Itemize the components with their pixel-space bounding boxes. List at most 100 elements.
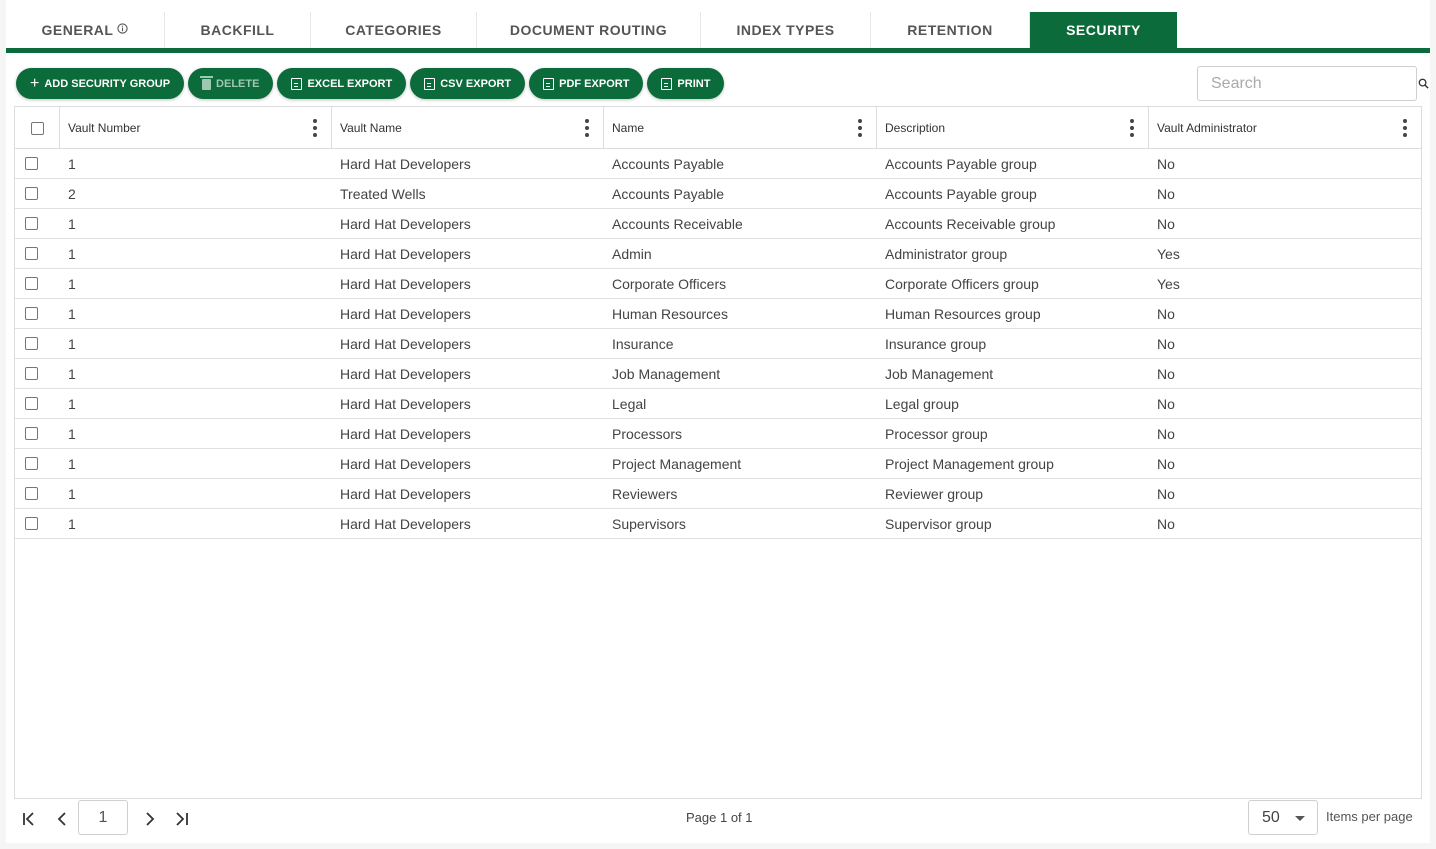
- name-cell: Supervisors: [612, 515, 686, 532]
- row-checkbox[interactable]: [25, 247, 38, 260]
- table-row[interactable]: 1 Hard Hat Developers Accounts Receivable A…: [15, 209, 1421, 239]
- vault-administrator-cell: No: [1157, 485, 1175, 502]
- grid-body: 1 Hard Hat Developers Accounts Payable Acco…: [15, 149, 1421, 539]
- table-row[interactable]: 1 Hard Hat Developers Reviewers Reviewer gr…: [15, 479, 1421, 509]
- column-header-vault-name[interactable]: Vault Name: [332, 107, 604, 149]
- row-checkbox[interactable]: [25, 187, 38, 200]
- name-cell: Job Management: [612, 365, 721, 382]
- column-header-description[interactable]: Description: [877, 107, 1149, 149]
- table-row[interactable]: 1 Hard Hat Developers Job Management Job Ma…: [15, 359, 1421, 389]
- row-select-cell: [9, 179, 54, 208]
- vault-administrator-cell: No: [1157, 425, 1175, 442]
- first-page-icon[interactable]: [18, 807, 42, 831]
- column-header-vault-administrator[interactable]: Vault Administrator: [1149, 107, 1421, 149]
- items-per-page-select[interactable]: 50: [1248, 800, 1318, 835]
- tab-index-types[interactable]: Index Types: [701, 12, 871, 48]
- tab-label: Categories: [345, 22, 442, 38]
- add-security-group-button[interactable]: + Add Security Group: [16, 68, 185, 99]
- name-cell: Accounts Payable: [612, 155, 725, 172]
- tab-general[interactable]: General: [6, 12, 165, 48]
- vault-administrator-cell: No: [1157, 455, 1175, 472]
- vault-number-cell: 1: [68, 305, 76, 322]
- row-select-cell: [9, 329, 54, 358]
- vault-name-cell: Hard Hat Developers: [340, 275, 471, 292]
- column-header-label: Name: [612, 121, 645, 135]
- vault-name-cell: Hard Hat Developers: [340, 155, 471, 172]
- row-checkbox[interactable]: [25, 427, 38, 440]
- row-select-cell: [9, 479, 54, 508]
- row-checkbox[interactable]: [25, 277, 38, 290]
- vault-administrator-cell: Yes: [1157, 245, 1180, 262]
- column-header-name[interactable]: Name: [604, 107, 877, 149]
- column-menu-icon[interactable]: [585, 119, 589, 137]
- vault-name-cell: Hard Hat Developers: [340, 455, 471, 472]
- button-label: Print: [677, 77, 711, 90]
- row-checkbox[interactable]: [25, 157, 38, 170]
- column-menu-icon[interactable]: [1130, 119, 1134, 137]
- select-all-checkbox[interactable]: [30, 121, 44, 135]
- vault-number-cell: 1: [68, 515, 76, 532]
- vault-name-cell: Hard Hat Developers: [340, 395, 471, 412]
- tab-retention[interactable]: Retention: [871, 12, 1030, 48]
- toolbar: + Add Security Group Delete Excel Export…: [16, 68, 725, 99]
- table-row[interactable]: 2 Treated Wells Accounts Payable Accounts P…: [15, 179, 1421, 209]
- chevron-down-icon: [1295, 816, 1305, 821]
- next-page-icon[interactable]: [138, 807, 162, 831]
- search-icon[interactable]: [1418, 78, 1429, 89]
- description-cell: Accounts Receivable group: [885, 215, 1056, 232]
- row-checkbox[interactable]: [25, 367, 38, 380]
- pdf-export-button[interactable]: PDF Export: [529, 68, 644, 99]
- vault-name-cell: Treated Wells: [340, 185, 426, 202]
- name-cell: Human Resources: [612, 305, 728, 322]
- last-page-icon[interactable]: [169, 807, 193, 831]
- column-menu-icon[interactable]: [858, 119, 862, 137]
- vault-number-cell: 1: [68, 245, 76, 262]
- description-cell: Job Management: [885, 365, 994, 382]
- vault-administrator-cell: No: [1157, 335, 1175, 352]
- row-checkbox[interactable]: [25, 457, 38, 470]
- tab-backfill[interactable]: Backfill: [165, 12, 311, 48]
- column-header-vault-number[interactable]: Vault Number: [60, 107, 332, 149]
- table-row[interactable]: 1 Hard Hat Developers Supervisors Superviso…: [15, 509, 1421, 539]
- table-row[interactable]: 1 Hard Hat Developers Human Resources Human…: [15, 299, 1421, 329]
- print-button[interactable]: Print: [647, 68, 725, 99]
- excel-export-button[interactable]: Excel Export: [277, 68, 407, 99]
- vault-number-cell: 1: [68, 275, 76, 292]
- description-cell: Administrator group: [885, 245, 1008, 262]
- row-checkbox[interactable]: [25, 307, 38, 320]
- table-row[interactable]: 1 Hard Hat Developers Project Management Pr…: [15, 449, 1421, 479]
- table-row[interactable]: 1 Hard Hat Developers Corporate Officers Co…: [15, 269, 1421, 299]
- description-cell: Accounts Payable group: [885, 155, 1037, 172]
- previous-page-icon[interactable]: [50, 807, 74, 831]
- grid-header: Vault Number Vault Name Name Description…: [15, 107, 1421, 149]
- table-row[interactable]: 1 Hard Hat Developers Legal Legal group No: [15, 389, 1421, 419]
- row-checkbox[interactable]: [25, 517, 38, 530]
- row-checkbox[interactable]: [25, 397, 38, 410]
- table-row[interactable]: 1 Hard Hat Developers Admin Administrator g…: [15, 239, 1421, 269]
- plus-icon: +: [30, 74, 40, 92]
- vault-administrator-cell: Yes: [1157, 275, 1180, 292]
- row-select-cell: [9, 149, 54, 178]
- tab-categories[interactable]: Categories: [311, 12, 477, 48]
- row-checkbox[interactable]: [25, 487, 38, 500]
- tab-document-routing[interactable]: Document Routing: [477, 12, 701, 48]
- search-input[interactable]: [1198, 67, 1418, 100]
- row-select-cell: [9, 239, 54, 268]
- table-row[interactable]: 1 Hard Hat Developers Insurance Insurance g…: [15, 329, 1421, 359]
- delete-button[interactable]: Delete: [188, 68, 274, 99]
- vault-number-cell: 1: [68, 425, 76, 442]
- page-number-input[interactable]: [78, 800, 128, 835]
- table-row[interactable]: 1 Hard Hat Developers Accounts Payable Acco…: [15, 149, 1421, 179]
- name-cell: Legal: [612, 395, 647, 412]
- vault-number-cell: 1: [68, 335, 76, 352]
- column-menu-icon[interactable]: [313, 119, 317, 137]
- description-cell: Reviewer group: [885, 485, 984, 502]
- csv-export-button[interactable]: CSV Export: [410, 68, 526, 99]
- row-checkbox[interactable]: [25, 337, 38, 350]
- name-cell: Admin: [612, 245, 652, 262]
- column-menu-icon[interactable]: [1403, 119, 1407, 137]
- tab-security[interactable]: Security: [1030, 12, 1177, 48]
- column-header-label: Vault Number: [68, 121, 141, 135]
- table-row[interactable]: 1 Hard Hat Developers Processors Processor …: [15, 419, 1421, 449]
- row-checkbox[interactable]: [25, 217, 38, 230]
